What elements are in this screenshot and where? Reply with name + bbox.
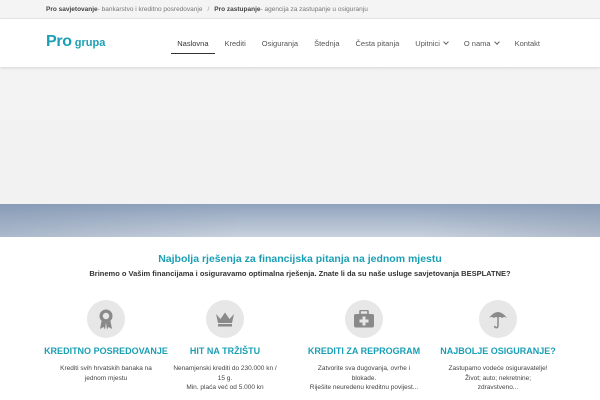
nav-label: Krediti bbox=[224, 38, 246, 48]
topbar-separator: / bbox=[207, 5, 210, 13]
crown-icon bbox=[206, 300, 244, 338]
nav-item-o-nama[interactable]: O nama bbox=[456, 19, 507, 67]
feature-krediti-za-reprogram[interactable]: KREDITI ZA REPROGRAM Zatvorite sva dugov… bbox=[294, 300, 434, 393]
nav-label: Kontakt bbox=[514, 38, 540, 48]
feature-text: Zatvorite sva dugovanja, ovrhe i blokade… bbox=[294, 364, 434, 393]
feature-text: Zastupamo vodeće osiguravatelje! Život; … bbox=[428, 364, 568, 393]
logo-pro: Pro bbox=[46, 33, 72, 50]
nav-label: Naslovna bbox=[177, 38, 209, 48]
nav-label: Osiguranja bbox=[261, 38, 299, 48]
first-aid-kit-icon bbox=[345, 300, 383, 338]
feature-title: HIT NA TRŽIŠTU bbox=[189, 346, 261, 356]
hero-sky-image bbox=[0, 204, 600, 237]
top-info-bar: Pro savjetovanje - bankarstvo i kreditno… bbox=[0, 0, 600, 19]
feature-text-line: Nenamjenski krediti do 230.000 kn / bbox=[173, 365, 277, 372]
topbar-pro-savjetovanje-desc: - bankarstvo i kreditno posredovanje bbox=[97, 5, 203, 13]
logo[interactable]: Pro grupa bbox=[46, 33, 105, 51]
feature-najbolje-osiguranje[interactable]: NAJBOLJE OSIGURANJE? Zastupamo vodeće os… bbox=[428, 300, 568, 393]
umbrella-icon bbox=[479, 300, 517, 338]
feature-text-line: 15 g. bbox=[217, 374, 233, 382]
feature-text-line: zdravstveno... bbox=[477, 384, 519, 391]
nav-item-krediti[interactable]: Krediti bbox=[217, 19, 254, 67]
nav-label: Česta pitanja bbox=[355, 38, 400, 48]
feature-text-line: Život; auto; nekretnine; bbox=[464, 374, 532, 382]
feature-text-line: Zatvorite sva dugovanja, ovrhe i bbox=[317, 365, 411, 372]
feature-text-line: Min. plaća već od 5.000 kn bbox=[186, 384, 264, 391]
topbar-pro-savjetovanje[interactable]: Pro savjetovanje bbox=[46, 6, 98, 13]
main-nav: Naslovna Krediti Osiguranja Štednja Čest… bbox=[169, 19, 548, 67]
chevron-down-icon bbox=[443, 38, 449, 45]
feature-hit-na-trzistu[interactable]: HIT NA TRŽIŠTU Nenamjenski krediti do 23… bbox=[155, 300, 295, 393]
intro-headline: Najbolja rješenja za financijska pitanja… bbox=[158, 253, 442, 265]
topbar-pro-zastupanje-desc: - agencija za zastupanje u osiguranju bbox=[260, 5, 368, 13]
feature-title: KREDITI ZA REPROGRAM bbox=[307, 346, 421, 356]
topbar-pro-zastupanje[interactable]: Pro zastupanje bbox=[214, 6, 260, 13]
nav-label: Štednja bbox=[314, 38, 340, 48]
award-ribbon-icon bbox=[87, 300, 125, 338]
nav-item-kontakt[interactable]: Kontakt bbox=[507, 19, 548, 67]
feature-text: Nenamjenski krediti do 230.000 kn / 15 g… bbox=[155, 364, 295, 393]
site-header: Pro grupa Naslovna Krediti Osiguranja Št… bbox=[0, 19, 600, 67]
feature-title: NAJBOLJE OSIGURANJE? bbox=[440, 346, 556, 356]
nav-label: Upitnici bbox=[415, 38, 440, 48]
nav-item-naslovna[interactable]: Naslovna bbox=[169, 19, 216, 67]
nav-item-osiguranja[interactable]: Osiguranja bbox=[254, 19, 306, 67]
feature-text-line: blokade. bbox=[351, 374, 377, 382]
nav-item-upitnici[interactable]: Upitnici bbox=[407, 19, 456, 67]
nav-label: O nama bbox=[463, 38, 491, 48]
feature-text-line: Riješite neuredenu kreditnu povijest... bbox=[309, 384, 419, 391]
logo-grupa: grupa bbox=[74, 37, 106, 49]
nav-item-cesta-pitanja[interactable]: Česta pitanja bbox=[348, 19, 408, 67]
nav-item-stednja[interactable]: Štednja bbox=[306, 19, 347, 67]
chevron-down-icon bbox=[493, 38, 500, 45]
feature-text-line: Zastupamo vodeće osiguravatelje! bbox=[448, 365, 548, 372]
intro-subline: Brinemo o Vašim financijama i osiguravam… bbox=[89, 269, 511, 278]
